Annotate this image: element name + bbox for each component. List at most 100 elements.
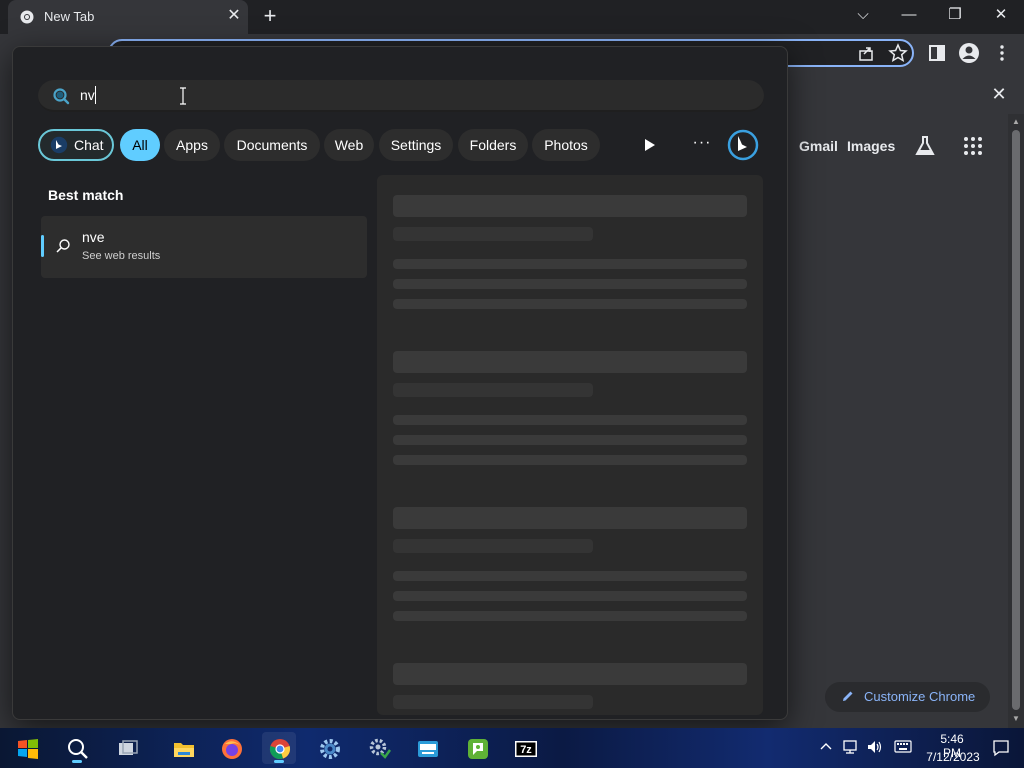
7zip-label: 7z [520, 744, 532, 756]
filter-web[interactable]: Web [324, 129, 374, 161]
network-icon[interactable] [842, 738, 860, 756]
customize-chrome-button[interactable]: Customize Chrome [825, 682, 990, 712]
skeleton-title [393, 663, 747, 685]
skeleton-line [393, 611, 747, 621]
7zip-icon: 7z [515, 741, 537, 757]
task-view-button[interactable] [110, 732, 144, 764]
start-button[interactable] [10, 732, 44, 764]
settings-icon [320, 739, 340, 759]
skeleton-line [393, 415, 747, 425]
7zip-button[interactable]: 7z [508, 732, 542, 764]
search-query-text: nv [80, 87, 95, 103]
active-indicator [72, 760, 82, 763]
running-indicator [274, 760, 284, 763]
firefox-button[interactable] [214, 732, 248, 764]
tab-new-tab[interactable]: New Tab ✕ [8, 0, 248, 34]
file-explorer-button[interactable] [166, 732, 200, 764]
skeleton-title [393, 351, 747, 373]
infobar-close-icon[interactable]: ✕ [988, 83, 1010, 105]
volume-icon[interactable] [866, 738, 884, 756]
skeleton-title [393, 507, 747, 529]
tab-strip: New Tab ✕ + ⌵ — ❐ ✕ [0, 0, 1024, 34]
text-caret [95, 86, 96, 104]
chrome-menu-icon[interactable] [991, 42, 1013, 64]
filter-settings[interactable]: Settings [379, 129, 453, 161]
keyboard-app-icon [418, 741, 438, 757]
control-panel-icon [369, 738, 391, 759]
skeleton-line [393, 279, 747, 289]
skeleton-line [393, 299, 747, 309]
scroll-down-arrow-icon[interactable]: ▼ [1012, 715, 1020, 723]
web-search-icon [56, 239, 70, 253]
skeleton-subtitle [393, 695, 593, 709]
notifications-icon[interactable] [992, 739, 1010, 757]
restore-button[interactable]: ❐ [932, 0, 978, 30]
settings-taskbar-button[interactable] [312, 732, 346, 764]
search-icon [53, 88, 70, 105]
file-explorer-icon [174, 743, 194, 757]
play-more-filters-icon[interactable] [639, 135, 659, 155]
ibeam-cursor-icon [180, 87, 186, 105]
chrome-taskbar-button[interactable] [262, 732, 296, 764]
filter-chat-label: Chat [74, 137, 104, 153]
skeleton-title [393, 195, 747, 217]
messaging-app-button[interactable] [460, 732, 494, 764]
chrome-icon [269, 739, 291, 759]
page-scrollbar[interactable]: ▲ ▼ [1008, 114, 1024, 728]
tab-close-icon[interactable]: ✕ [225, 6, 243, 26]
control-panel-button[interactable] [362, 732, 396, 764]
skeleton-subtitle [393, 383, 593, 397]
skeleton-line [393, 455, 747, 465]
bookmark-star-icon[interactable] [887, 42, 909, 64]
start-icon [18, 739, 38, 759]
profile-icon[interactable] [958, 42, 980, 64]
share-icon[interactable] [855, 42, 877, 64]
images-link[interactable]: Images [847, 138, 895, 154]
filter-photos[interactable]: Photos [532, 129, 600, 161]
filter-folders[interactable]: Folders [458, 129, 528, 161]
clock-date[interactable]: 7/12/2023 [925, 750, 981, 764]
filter-all[interactable]: All [120, 129, 160, 161]
keyboard-app-button[interactable] [410, 732, 444, 764]
search-input[interactable]: nv [38, 80, 764, 112]
scroll-thumb[interactable] [1012, 130, 1020, 710]
bing-icon[interactable] [727, 129, 759, 161]
filter-documents[interactable]: Documents [224, 129, 320, 161]
bing-chat-icon [50, 136, 68, 154]
touch-keyboard-icon[interactable] [894, 739, 912, 755]
skeleton-line [393, 571, 747, 581]
preview-pane-loading [377, 175, 763, 715]
tab-title: New Tab [44, 9, 95, 24]
close-window-button[interactable]: ✕ [978, 0, 1024, 30]
chrome-favicon-icon [20, 10, 34, 24]
skeleton-line [393, 435, 747, 445]
labs-flask-icon[interactable] [913, 134, 937, 158]
skeleton-subtitle [393, 539, 593, 553]
scroll-up-arrow-icon[interactable]: ▲ [1012, 118, 1020, 126]
gmail-link[interactable]: Gmail [799, 138, 838, 154]
new-tab-button[interactable]: + [258, 4, 282, 28]
tab-search-dropdown-icon[interactable]: ⌵ [840, 0, 886, 30]
taskbar-search-button[interactable] [60, 732, 94, 764]
skeleton-subtitle [393, 227, 593, 241]
more-options-icon[interactable]: ··· [691, 135, 713, 155]
firefox-icon [222, 739, 242, 759]
messaging-app-icon [468, 739, 488, 759]
apps-grid-icon[interactable] [961, 134, 985, 158]
minimize-button[interactable]: — [886, 0, 932, 30]
filter-chat[interactable]: Chat [38, 129, 114, 161]
result-title: nve [82, 229, 105, 245]
windows-search-flyout: nv Chat All Apps Documents Web Settings … [12, 46, 788, 720]
search-icon [68, 739, 88, 759]
show-hidden-icons-chevron-icon[interactable] [820, 741, 832, 753]
task-view-icon [119, 740, 138, 755]
customize-chrome-label: Customize Chrome [864, 689, 976, 704]
side-panel-icon[interactable] [926, 42, 948, 64]
skeleton-line [393, 591, 747, 601]
pencil-icon [843, 691, 853, 701]
taskbar: 7z 5:46 PM 7/12/2023 [0, 728, 1024, 768]
best-match-heading: Best match [48, 187, 124, 203]
filter-apps[interactable]: Apps [164, 129, 220, 161]
best-match-result[interactable]: nve See web results [41, 216, 367, 278]
selection-indicator [41, 235, 44, 257]
